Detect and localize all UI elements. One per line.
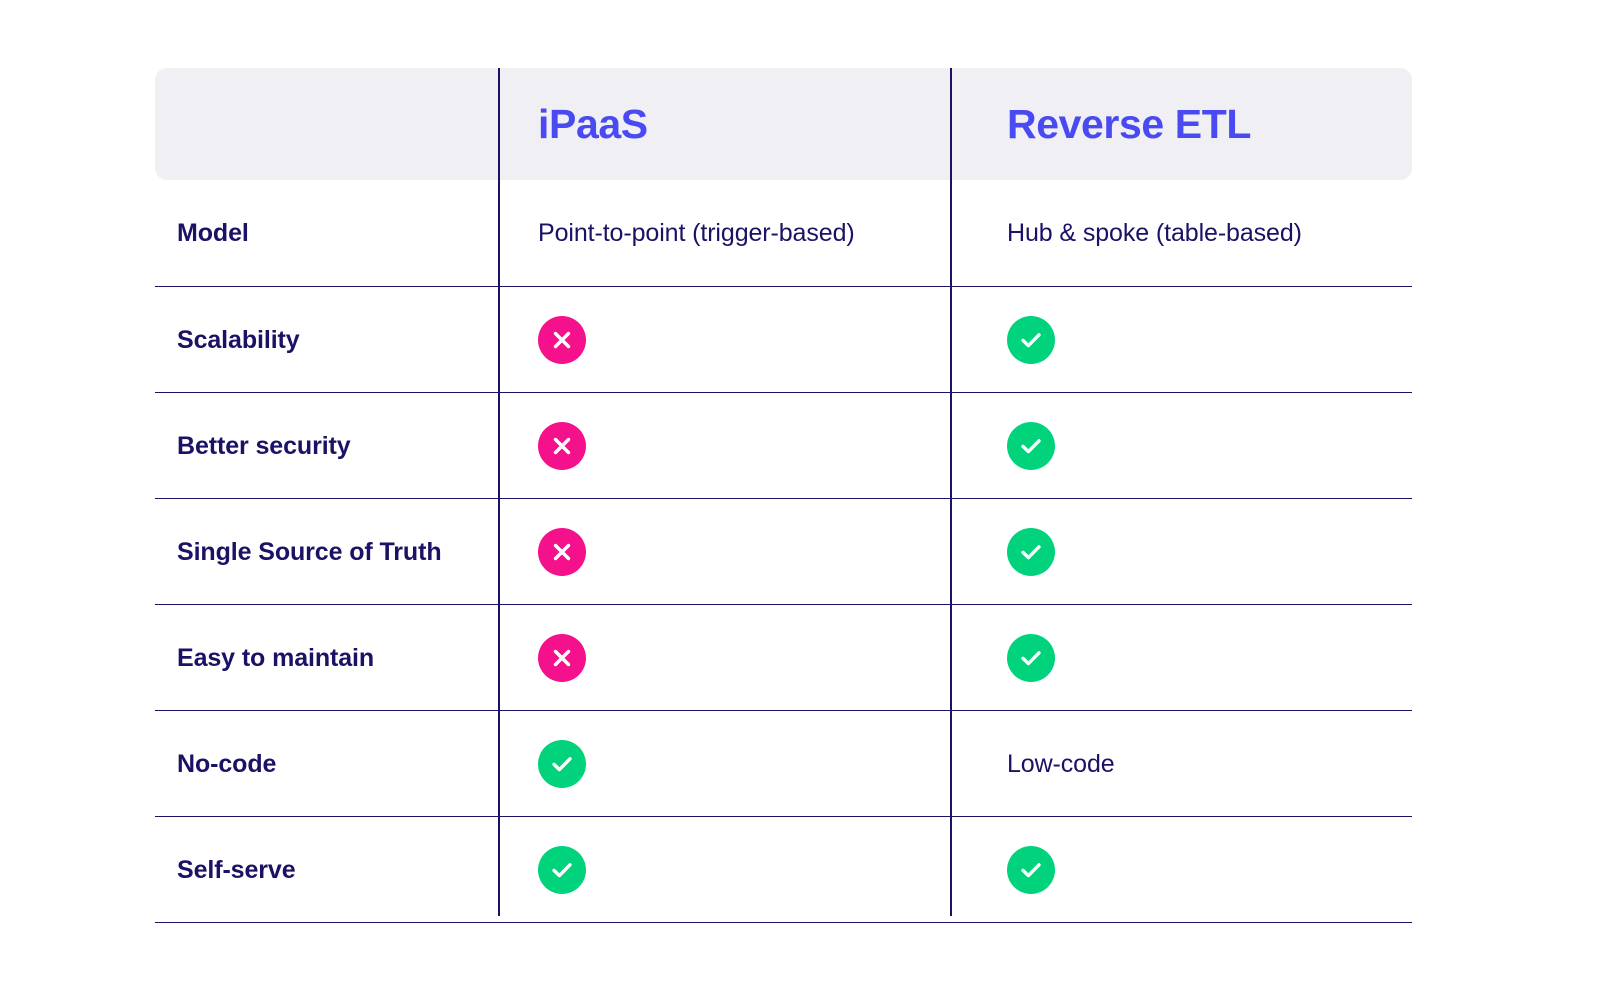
row-header-cell: Model	[155, 180, 498, 286]
cell-reverse-etl	[950, 287, 1412, 393]
row-header-cell: Better security	[155, 393, 498, 499]
column-header-title-ipaas: iPaaS	[538, 100, 648, 147]
page-canvas: iPaaS Reverse ETL Model Point-to-point (…	[0, 0, 1600, 1005]
table-row: Easy to maintain	[155, 604, 1412, 710]
check-circle-icon	[1007, 422, 1055, 470]
check-circle-icon	[1007, 316, 1055, 364]
table-header-band: iPaaS Reverse ETL	[155, 68, 1412, 180]
cross-circle-icon	[538, 528, 586, 576]
cell-ipaas	[498, 711, 950, 817]
row-header-cell: Easy to maintain	[155, 605, 498, 711]
cell-reverse-etl	[950, 605, 1412, 711]
column-divider-1	[498, 68, 500, 916]
cell-reverse-etl	[950, 393, 1412, 499]
cell-ipaas	[498, 287, 950, 393]
cross-circle-icon	[538, 316, 586, 364]
table-body: Model Point-to-point (trigger-based) Hub…	[155, 180, 1412, 923]
check-circle-icon	[1007, 846, 1055, 894]
cell-reverse-etl	[950, 499, 1412, 605]
table-row: Scalability	[155, 286, 1412, 392]
column-divider-2	[950, 68, 952, 916]
cell-ipaas	[498, 393, 950, 499]
table-row: Self-serve	[155, 816, 1412, 922]
cross-circle-icon	[538, 634, 586, 682]
column-header-title-reverse-etl: Reverse ETL	[1007, 100, 1252, 147]
check-circle-icon	[538, 846, 586, 894]
check-circle-icon	[1007, 634, 1055, 682]
row-label: Easy to maintain	[177, 643, 375, 672]
comparison-table: iPaaS Reverse ETL Model Point-to-point (…	[155, 68, 1412, 923]
table-row: Single Source of Truth	[155, 498, 1412, 604]
row-header-cell: Single Source of Truth	[155, 499, 498, 605]
row-label: No-code	[177, 749, 277, 778]
cell-reverse-etl: Low-code	[950, 711, 1412, 817]
check-circle-icon	[1007, 528, 1055, 576]
table-row: Model Point-to-point (trigger-based) Hub…	[155, 180, 1412, 286]
header-cell-ipaas: iPaaS	[498, 68, 950, 180]
row-header-cell: Scalability	[155, 287, 498, 393]
row-header-cell: No-code	[155, 711, 498, 817]
row-label: Scalability	[177, 325, 300, 354]
row-label: Single Source of Truth	[177, 537, 442, 566]
row-label: Self-serve	[177, 855, 296, 884]
cross-circle-icon	[538, 422, 586, 470]
header-cell-reverse-etl: Reverse ETL	[950, 68, 1412, 180]
cell-ipaas: Point-to-point (trigger-based)	[498, 180, 950, 286]
cell-ipaas	[498, 817, 950, 923]
header-cell-feature	[155, 68, 498, 180]
cell-value-text: Low-code	[1007, 749, 1115, 778]
row-label: Model	[177, 218, 249, 247]
row-header-cell: Self-serve	[155, 817, 498, 923]
cell-ipaas	[498, 605, 950, 711]
cell-reverse-etl	[950, 817, 1412, 923]
cell-value-text: Point-to-point (trigger-based)	[538, 218, 855, 247]
row-label: Better security	[177, 431, 351, 460]
cell-reverse-etl: Hub & spoke (table-based)	[950, 180, 1412, 286]
cell-ipaas	[498, 499, 950, 605]
table-row: Better security	[155, 392, 1412, 498]
table-row: No-code Low-code	[155, 710, 1412, 816]
cell-value-text: Hub & spoke (table-based)	[1007, 218, 1302, 247]
check-circle-icon	[538, 740, 586, 788]
